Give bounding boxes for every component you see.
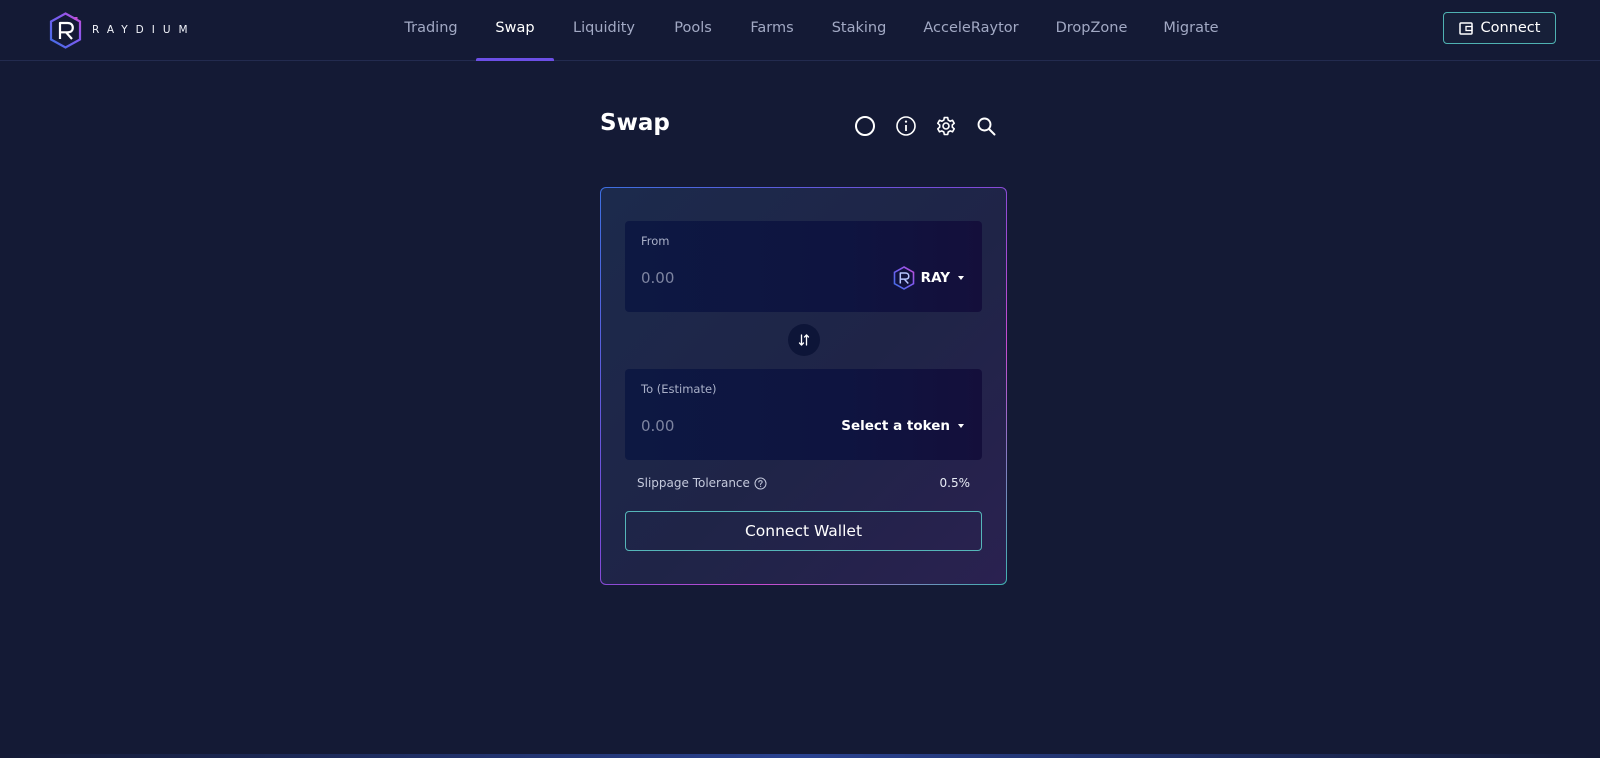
from-token-box: From RAY: [625, 221, 982, 312]
settings-button[interactable]: [934, 114, 958, 138]
top-navigation-bar: RAYDIUM Trading Swap Liquidity Pools Far…: [0, 0, 1600, 61]
to-token-select[interactable]: Select a token: [841, 413, 964, 439]
select-token-label: Select a token: [841, 418, 950, 434]
nav-tab-label: Staking: [831, 20, 887, 36]
nav-tab-migrate[interactable]: Migrate: [1161, 0, 1221, 61]
from-token-symbol: RAY: [920, 270, 950, 286]
refresh-icon: [855, 116, 875, 136]
raydium-logo-icon: [49, 11, 82, 49]
page-title: Swap: [600, 110, 670, 136]
nav-tab-label: Swap: [495, 20, 535, 36]
nav-tab-swap[interactable]: Swap: [476, 0, 554, 61]
to-amount-input[interactable]: [637, 413, 817, 439]
gear-icon: [937, 116, 955, 136]
main-nav: Trading Swap Liquidity Pools Farms Staki…: [0, 0, 1600, 61]
to-token-box: To (Estimate) Select a token: [625, 369, 982, 460]
nav-tab-label: Farms: [750, 20, 794, 36]
chevron-down-icon: [958, 424, 964, 428]
switch-tokens-button[interactable]: [788, 324, 820, 356]
to-label: To (Estimate): [641, 382, 717, 396]
nav-tab-staking[interactable]: Staking: [828, 0, 890, 61]
swap-card-body: From RAY: [601, 188, 1006, 584]
refresh-button[interactable]: [853, 114, 877, 138]
connect-wallet-button[interactable]: Connect Wallet: [625, 511, 982, 551]
search-icon: [977, 117, 996, 136]
bottom-edge-glow: [0, 754, 1600, 758]
nav-tab-label: AcceleRaytor: [923, 20, 1019, 36]
nav-tab-trading[interactable]: Trading: [401, 0, 461, 61]
nav-tab-farms[interactable]: Farms: [747, 0, 797, 61]
nav-tab-label: Migrate: [1163, 20, 1219, 36]
slippage-label: Slippage Tolerance: [637, 476, 750, 490]
search-button[interactable]: [974, 114, 998, 138]
nav-tab-label: Pools: [674, 20, 712, 36]
raydium-logo[interactable]: RAYDIUM: [49, 11, 196, 49]
help-icon[interactable]: [754, 477, 767, 490]
connect-button-label: Connect: [1480, 20, 1541, 36]
wallet-icon: [1458, 21, 1473, 35]
nav-tab-dropzone[interactable]: DropZone: [1055, 0, 1128, 61]
connect-button[interactable]: Connect: [1443, 12, 1556, 44]
nav-tab-label: Liquidity: [572, 20, 636, 36]
slippage-value: 0.5%: [939, 476, 971, 490]
active-tab-indicator: [476, 58, 554, 61]
nav-tab-label: Trading: [404, 20, 458, 36]
swap-card: From RAY: [600, 187, 1007, 585]
info-icon: [896, 116, 916, 136]
nav-tab-liquidity[interactable]: Liquidity: [570, 0, 638, 61]
nav-tab-acceleraytor[interactable]: AcceleRaytor: [920, 0, 1022, 61]
nav-tab-pools[interactable]: Pools: [670, 0, 716, 61]
from-token-select[interactable]: RAY: [893, 265, 964, 291]
nav-tab-label: DropZone: [1055, 20, 1128, 36]
from-amount-input[interactable]: [637, 265, 817, 291]
info-button[interactable]: [894, 114, 918, 138]
chevron-down-icon: [958, 276, 964, 280]
swap-arrows-icon: [798, 334, 810, 346]
from-label: From: [641, 234, 670, 248]
slippage-row: Slippage Tolerance 0.5%: [637, 475, 970, 491]
ray-token-icon: [893, 266, 914, 290]
brand-name: RAYDIUM: [92, 24, 196, 36]
